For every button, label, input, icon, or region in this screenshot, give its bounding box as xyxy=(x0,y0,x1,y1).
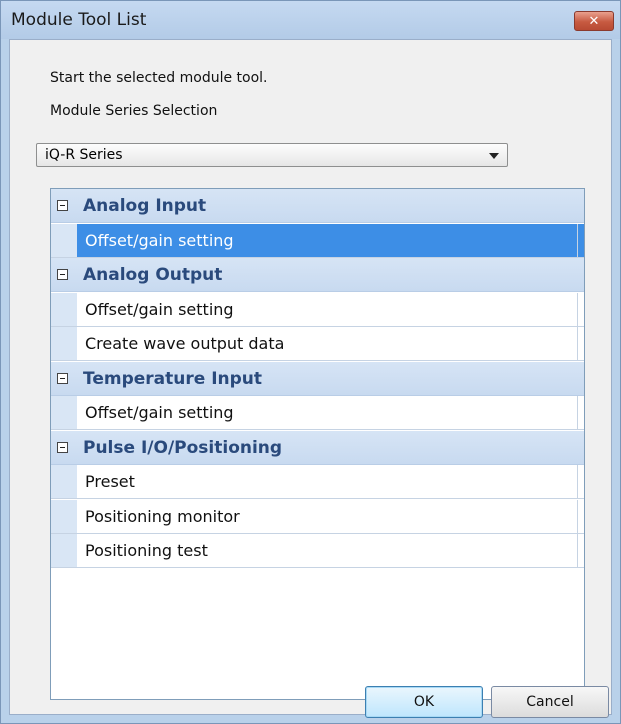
ok-button[interactable]: OK xyxy=(365,686,483,718)
cancel-button[interactable]: Cancel xyxy=(491,686,609,718)
row-indent-gutter xyxy=(51,534,77,567)
row-indent-gutter xyxy=(51,292,77,326)
module-tool-list-dialog: Module Tool List ✕ Start the selected mo… xyxy=(0,0,621,724)
row-indent-gutter xyxy=(51,223,77,257)
collapse-minus-icon[interactable] xyxy=(57,200,68,211)
collapse-minus-icon[interactable] xyxy=(57,269,68,280)
category-header[interactable]: Pulse I/O/Positioning xyxy=(51,430,584,465)
tool-list-item[interactable]: Preset xyxy=(51,465,584,499)
tool-item-label: Positioning monitor xyxy=(85,506,240,526)
module-series-value: iQ-R Series xyxy=(45,147,123,163)
column-divider xyxy=(577,465,578,498)
category-label: Pulse I/O/Positioning xyxy=(83,437,283,458)
title-bar: Module Tool List ✕ xyxy=(1,1,620,39)
row-indent-gutter xyxy=(51,396,77,429)
collapse-minus-icon[interactable] xyxy=(57,441,68,453)
tool-list-item[interactable]: Offset/gain setting xyxy=(51,292,584,327)
column-divider xyxy=(577,499,578,533)
series-selection-label: Module Series Selection xyxy=(50,103,218,119)
close-icon: ✕ xyxy=(588,13,600,29)
module-series-dropdown[interactable]: iQ-R Series xyxy=(36,143,508,167)
tool-item-label: Positioning test xyxy=(85,541,208,560)
window-title: Module Tool List xyxy=(11,10,147,30)
category-header[interactable]: Temperature Input xyxy=(51,361,584,396)
dialog-body: Start the selected module tool. Module S… xyxy=(9,39,612,718)
category-label: Analog Input xyxy=(83,196,207,216)
tool-item-label: Preset xyxy=(85,472,135,491)
column-divider xyxy=(577,223,578,257)
tool-item-label: Offset/gain setting xyxy=(85,230,234,250)
tool-item-label: Offset/gain setting xyxy=(85,299,234,319)
tool-item-label: Offset/gain setting xyxy=(85,403,234,422)
tool-list-item[interactable]: Create wave output data xyxy=(51,327,584,361)
tool-list-item[interactable]: Offset/gain setting xyxy=(51,396,584,430)
tool-item-label: Create wave output data xyxy=(85,334,285,353)
column-divider xyxy=(577,396,578,429)
row-indent-gutter xyxy=(51,465,77,498)
category-header[interactable]: Analog Output xyxy=(51,258,584,292)
column-divider xyxy=(577,534,578,567)
tool-list-item[interactable]: Positioning monitor xyxy=(51,499,584,534)
category-label: Temperature Input xyxy=(83,368,263,389)
instruction-text: Start the selected module tool. xyxy=(50,70,268,86)
category-label: Analog Output xyxy=(83,265,223,285)
close-button[interactable]: ✕ xyxy=(574,11,614,31)
tool-list-item[interactable]: Offset/gain setting xyxy=(51,223,584,258)
column-divider xyxy=(577,292,578,326)
category-header[interactable]: Analog Input xyxy=(51,189,584,223)
row-indent-gutter xyxy=(51,499,77,533)
module-tool-tree[interactable]: Analog Input Offset/gain setting Analog Ou… xyxy=(50,188,585,700)
row-indent-gutter xyxy=(51,327,77,360)
tool-list-item[interactable]: Positioning test xyxy=(51,534,584,568)
collapse-minus-icon[interactable] xyxy=(57,372,68,384)
column-divider xyxy=(577,327,578,360)
chevron-down-icon xyxy=(489,153,499,159)
